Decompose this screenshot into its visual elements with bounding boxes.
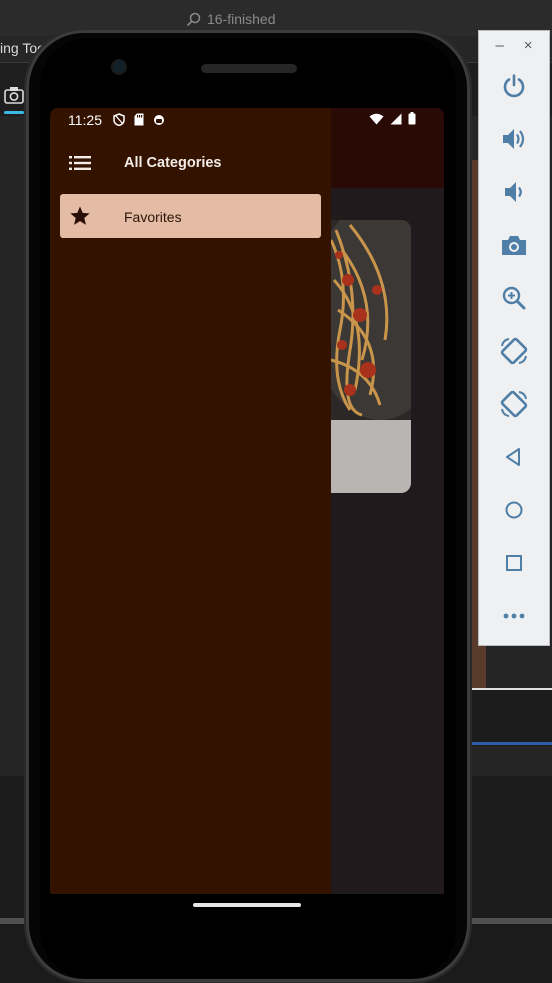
overview-square-icon — [506, 555, 522, 571]
screenshot-button[interactable] — [495, 226, 533, 264]
power-icon — [503, 74, 525, 98]
rotate-right-icon — [500, 390, 528, 418]
zoom-button[interactable] — [495, 279, 533, 317]
navigation-drawer-container: 11:25 All Categories Favorites — [50, 108, 331, 894]
app-notification-icon — [154, 114, 164, 125]
minimize-button[interactable]: – — [495, 37, 503, 54]
drawer-status-icons — [113, 113, 165, 126]
more-button[interactable] — [495, 597, 533, 635]
navigation-drawer: 11:25 All Categories Favorites — [50, 108, 331, 894]
ide-side-pane — [466, 688, 552, 746]
status-system-icons — [369, 112, 416, 125]
gesture-nav-handle[interactable] — [193, 903, 301, 907]
drawer-item-favorites[interactable]: Favorites — [60, 194, 321, 238]
volume-up-button[interactable] — [495, 120, 533, 158]
rotate-left-button[interactable] — [495, 332, 533, 370]
category-list-icon — [69, 156, 91, 170]
ide-divider — [466, 742, 552, 745]
rotate-left-icon — [500, 337, 528, 365]
star-icon — [70, 206, 90, 225]
volume-up-icon — [503, 129, 525, 149]
ide-window-title: 16-finished — [207, 11, 276, 27]
rotate-right-button[interactable] — [495, 385, 533, 423]
drawer-title[interactable]: All Categories — [124, 155, 222, 171]
back-triangle-icon — [506, 448, 520, 466]
more-dots-icon — [503, 613, 525, 619]
shield-icon — [113, 113, 125, 126]
power-button[interactable] — [495, 67, 533, 105]
signal-icon — [390, 113, 402, 124]
back-button[interactable] — [495, 438, 533, 476]
volume-down-icon — [505, 182, 522, 202]
close-button[interactable]: × — [524, 37, 533, 54]
ide-active-indicator — [4, 111, 24, 114]
volume-down-button[interactable] — [495, 173, 533, 211]
search-icon — [186, 12, 201, 26]
front-camera — [113, 61, 125, 73]
camera-icon — [4, 87, 24, 104]
home-button[interactable] — [495, 491, 533, 529]
ide-search-box[interactable]: 16-finished — [186, 11, 276, 27]
ide-screenshot-button[interactable] — [4, 86, 24, 109]
zoom-in-icon — [502, 286, 526, 310]
drawer-status-time: 11:25 — [68, 112, 102, 128]
drawer-item-label: Favorites — [124, 209, 182, 225]
earpiece-speaker — [201, 64, 297, 73]
sd-card-icon — [134, 113, 144, 126]
overview-button[interactable] — [495, 544, 533, 582]
emulator-window-controls: – × — [479, 37, 549, 54]
battery-icon — [408, 112, 416, 125]
camera-icon — [502, 236, 526, 255]
emulator-toolbar: – × — [478, 30, 550, 646]
home-circle-icon — [505, 501, 523, 519]
wifi-icon — [369, 113, 384, 124]
